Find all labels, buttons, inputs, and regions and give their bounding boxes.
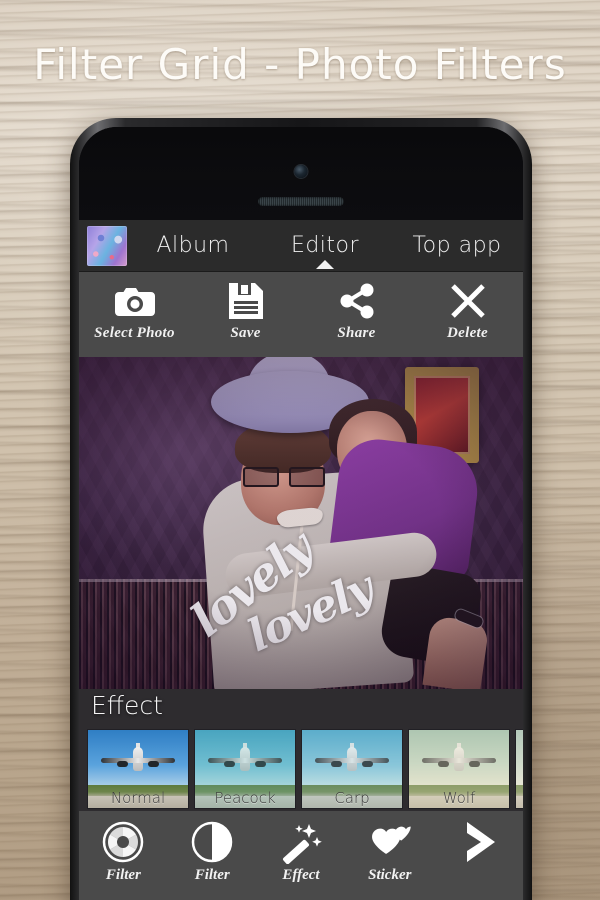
next-page-button[interactable] <box>434 819 523 867</box>
contrast-circle-icon <box>190 819 234 865</box>
filter-name: Normal <box>110 789 166 807</box>
select-photo-button[interactable]: Select Photo <box>79 280 190 342</box>
filter-thumb-normal[interactable]: Normal <box>87 729 189 809</box>
earpiece-speaker-icon <box>258 197 344 206</box>
delete-button[interactable]: Delete <box>412 280 523 342</box>
effect-section-label: Effect <box>91 691 163 720</box>
share-label: Share <box>337 325 376 341</box>
floppy-disk-icon <box>228 280 264 322</box>
app-screen: Album Editor Top app Select Photo Save S… <box>79 220 523 900</box>
filter-name: Peacock <box>214 789 276 807</box>
tab-album[interactable]: Album <box>127 233 259 258</box>
filter-thumbnail-row[interactable]: Normal Peacock Carp Wolf <box>79 729 523 811</box>
app-logo-icon[interactable] <box>87 225 127 266</box>
filter-name: Carp <box>334 789 370 807</box>
filter-thumb-wolf[interactable]: Wolf <box>408 729 510 809</box>
filter-thumb-partial[interactable]: P <box>515 729 523 809</box>
phone-screen-housing: Album Editor Top app Select Photo Save S… <box>79 127 523 900</box>
filter-thumb-peacock[interactable]: Peacock <box>194 729 296 809</box>
select-photo-label: Select Photo <box>94 325 175 341</box>
phone-mockup: Album Editor Top app Select Photo Save S… <box>70 118 532 900</box>
tab-top-app[interactable]: Top app <box>391 233 523 258</box>
contrast-tool-label: Filter <box>194 867 230 883</box>
sticker-tool-label: Sticker <box>368 867 412 883</box>
hearts-icon <box>366 819 414 865</box>
action-toolbar: Select Photo Save Share Delete <box>79 272 523 357</box>
magic-wand-icon <box>279 819 323 865</box>
filter-tool-button[interactable]: Filter <box>79 819 168 884</box>
chevron-right-icon <box>457 819 501 865</box>
save-label: Save <box>230 325 261 341</box>
effect-tool-label: Effect <box>282 867 320 883</box>
filter-name: Wolf <box>442 789 476 807</box>
camera-icon <box>113 280 157 322</box>
front-camera-icon <box>294 165 308 178</box>
effect-tool-button[interactable]: Effect <box>257 819 346 884</box>
effect-panel: Effect Normal Peacock Carp Wolf <box>79 689 523 811</box>
aperture-icon <box>101 819 145 865</box>
top-navigation-bar: Album Editor Top app <box>79 220 523 272</box>
filter-tool-label: Filter <box>105 867 141 883</box>
share-button[interactable]: Share <box>301 280 412 342</box>
filter-thumb-carp[interactable]: Carp <box>301 729 403 809</box>
filter-name: P <box>516 789 523 807</box>
page-title: Filter Grid - Photo Filters <box>33 40 567 89</box>
tab-editor[interactable]: Editor <box>259 233 391 258</box>
close-x-icon <box>449 280 487 322</box>
delete-label: Delete <box>447 325 488 341</box>
photo-man-glasses <box>243 467 325 487</box>
contrast-tool-button[interactable]: Filter <box>168 819 257 884</box>
phone-top-bezel <box>79 127 523 220</box>
sticker-tool-button[interactable]: Sticker <box>345 819 434 884</box>
photo-canvas[interactable]: lovely lovely <box>79 357 523 689</box>
bottom-toolbar: Filter Filter Effect Sticker <box>79 811 523 900</box>
share-nodes-icon <box>338 280 376 322</box>
save-button[interactable]: Save <box>190 280 301 342</box>
